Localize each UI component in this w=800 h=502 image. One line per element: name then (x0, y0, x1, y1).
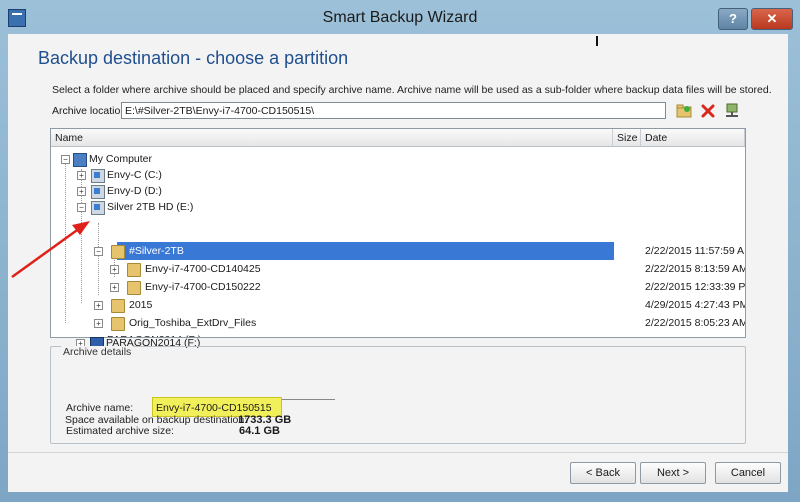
annotation-arrow (11, 221, 90, 279)
wizard-window: Smart Backup Wizard ? ✕ Backup destinati… (0, 0, 800, 502)
